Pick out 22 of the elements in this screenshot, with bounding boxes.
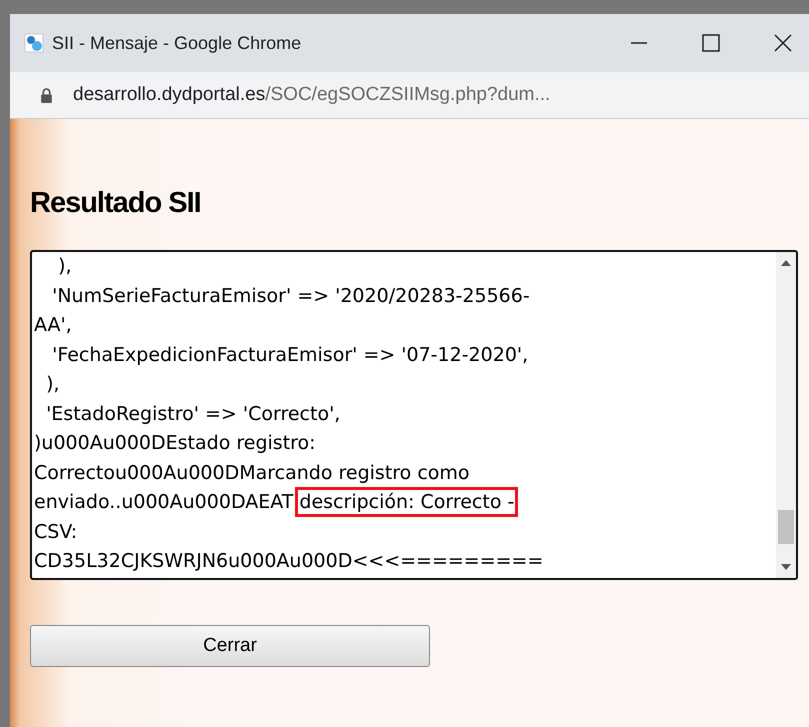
result-text-line: enviado..u000Au000DAEAT descripción: Correcto - xyxy=(34,488,774,518)
close-button[interactable]: Cerrar xyxy=(30,625,430,667)
scrollbar-thumb[interactable] xyxy=(778,510,794,544)
scroll-up-icon[interactable] xyxy=(781,260,791,266)
result-text-line: CD35L32CJKSWRJN6u000Au000D<<<========= xyxy=(34,549,544,574)
result-text-line: )u000Au000DEstado registro: xyxy=(34,431,317,456)
result-text-area[interactable] xyxy=(30,250,798,580)
result-text-line: Correctou000Au000DMarcando registro como xyxy=(34,460,471,486)
result-text-line: 'FechaExpedicionFacturaEmisor' => '07-12-2020', xyxy=(51,342,530,368)
lock-icon xyxy=(40,88,53,102)
window-title: SII - Mensaje - Google Chrome xyxy=(52,32,302,54)
scroll-down-icon[interactable] xyxy=(781,564,791,570)
close-icon[interactable] xyxy=(773,33,793,53)
result-text-line: CSV: xyxy=(34,520,78,544)
result-text-line: ), xyxy=(45,372,61,397)
app-icon xyxy=(24,33,44,53)
result-text-line: 'EstadoRegistro' => 'Correcto', xyxy=(45,402,342,426)
page-heading: Resultado SII xyxy=(30,187,202,220)
result-text-line: 'NumSerieFacturaEmisor' => '2020/20283-25566- xyxy=(51,284,531,308)
result-text-line: AA', xyxy=(34,313,73,338)
result-text-line: ), xyxy=(57,254,73,279)
maximize-icon[interactable] xyxy=(701,33,721,53)
